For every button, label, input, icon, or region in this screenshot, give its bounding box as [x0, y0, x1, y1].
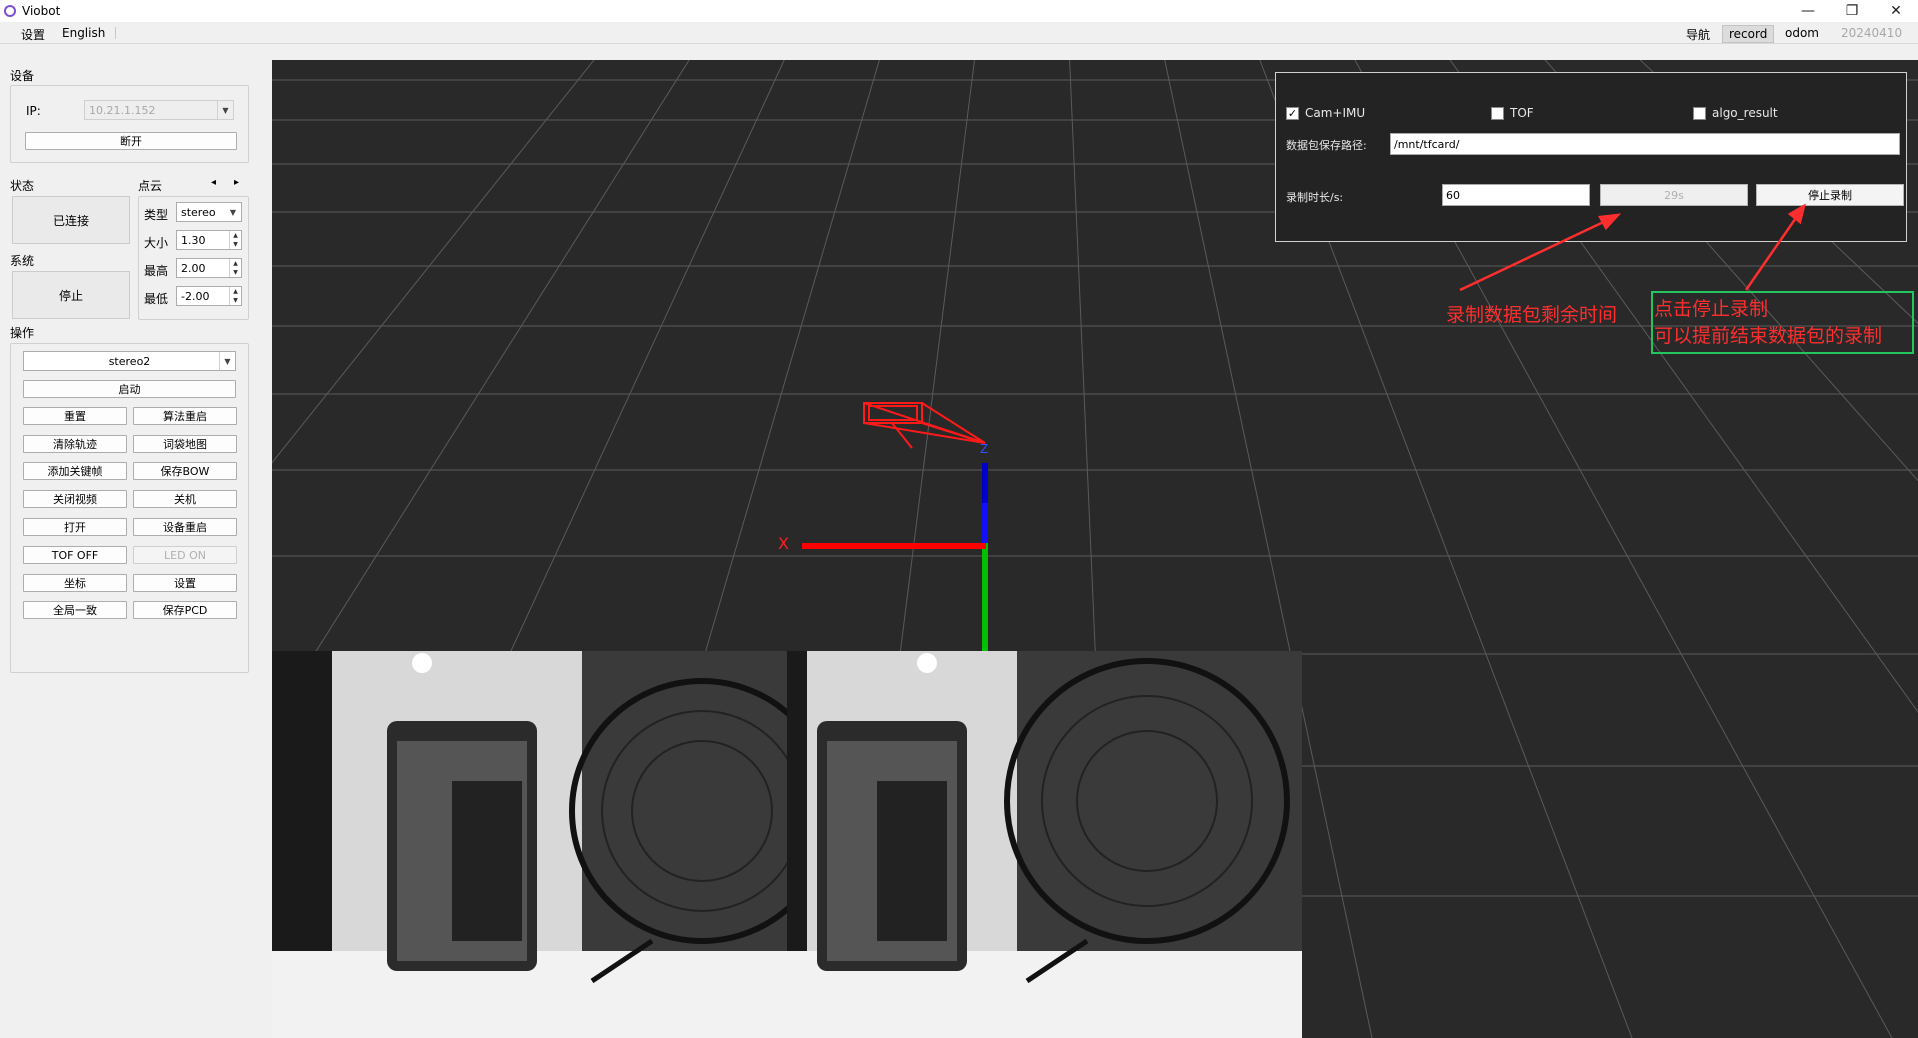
- stop-annotation-line1: 点击停止录制: [1654, 298, 1769, 320]
- right-camera-scene: [787, 651, 1302, 1038]
- left-camera-image: [272, 651, 787, 1038]
- stop-annotation-line2: 可以提前结束数据包的录制: [1654, 325, 1883, 347]
- stop-arrow: [1744, 211, 1802, 291]
- arrow-head-icon: [1598, 213, 1622, 231]
- right-camera-image: [787, 651, 1302, 1038]
- arrow-head-icon: [1787, 203, 1806, 225]
- left-camera-scene: [272, 651, 787, 1038]
- remaining-time-annotation: 录制数据包剩余时间: [1446, 304, 1618, 326]
- remaining-arrow: [1459, 216, 1613, 292]
